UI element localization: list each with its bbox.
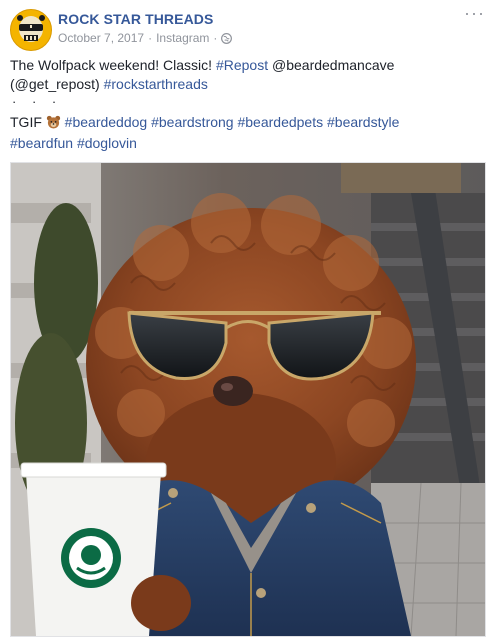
post-line-3: TGIF #beardeddog #beardstrong #beardedpe…: [10, 113, 486, 134]
globe-icon[interactable]: [221, 32, 233, 44]
mention-beardedmancave: @beardedmancave: [268, 57, 395, 73]
post-body: The Wolfpack weekend! Classic! #Repost @…: [10, 56, 486, 153]
page-avatar[interactable]: [10, 9, 52, 51]
meta-separator: ·: [148, 31, 153, 45]
ellipsis-dots: · · ·: [12, 94, 63, 109]
post-text: The Wolfpack weekend! Classic!: [10, 57, 216, 73]
more-options-icon[interactable]: ···: [464, 4, 485, 22]
facebook-post: ROCK STAR THREADS October 7, 2017 · Inst…: [0, 0, 495, 644]
post-line-1: The Wolfpack weekend! Classic! #Repost @…: [10, 56, 486, 75]
hashtag-repost[interactable]: #Repost: [216, 57, 268, 73]
bear-emoji-icon: [46, 115, 61, 134]
post-line-4: #beardfun #doglovin: [10, 134, 486, 153]
post-photo[interactable]: [10, 162, 486, 637]
hashtags-line-4[interactable]: #beardfun #doglovin: [10, 135, 137, 151]
hashtag-rockstarthreads[interactable]: #rockstarthreads: [104, 76, 208, 92]
post-date[interactable]: October 7, 2017: [58, 31, 144, 45]
page-name-link[interactable]: ROCK STAR THREADS: [58, 11, 213, 27]
tgif-text: TGIF: [10, 114, 42, 130]
post-source[interactable]: Instagram: [156, 31, 209, 45]
post-meta: October 7, 2017 · Instagram ·: [58, 31, 233, 45]
hashtags-line-3[interactable]: #beardeddog #beardstrong #beardedpets #b…: [65, 114, 400, 130]
mention-get-repost: (@get_repost): [10, 76, 104, 92]
post-header: ROCK STAR THREADS October 7, 2017 · Inst…: [10, 4, 485, 51]
post-line-2: (@get_repost) #rockstarthreads: [10, 75, 486, 94]
meta-separator-2: ·: [213, 31, 218, 45]
